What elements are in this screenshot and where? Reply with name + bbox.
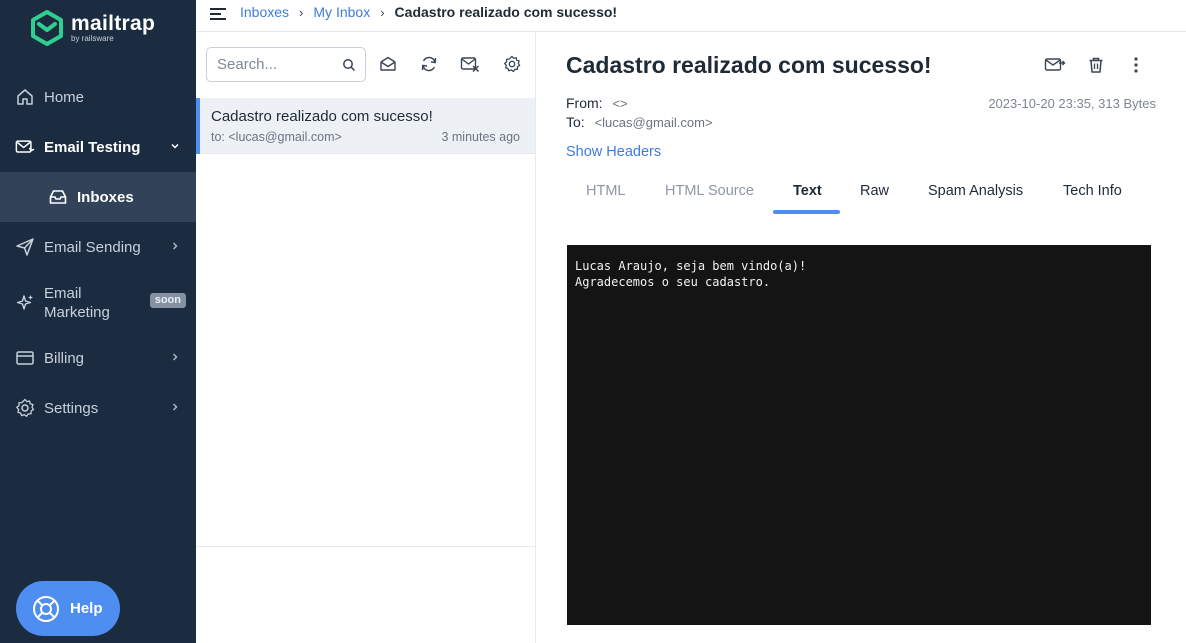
sidebar-item-label: Inboxes [77,188,134,206]
sidebar-item-email-sending[interactable]: Email Sending [0,237,196,257]
gear-icon [15,398,35,418]
message-time: 3 minutes ago [441,130,520,144]
card-icon [15,348,35,368]
selected-indicator [196,98,200,154]
search-icon[interactable] [342,58,356,72]
help-button[interactable]: Help [16,581,120,636]
forward-email-icon[interactable] [1044,54,1066,76]
help-label: Help [70,600,103,617]
breadcrumb-separator: › [380,4,385,20]
message-body: Lucas Araujo, seja bem vindo(a)! Agradec… [567,245,1151,625]
view-tabs: HTML HTML Source Text Raw Spam Analysis … [566,172,1166,215]
breadcrumb-current: Cadastro realizado com sucesso! [394,4,618,20]
menu-icon[interactable] [209,6,227,22]
message-body-text: Lucas Araujo, seja bem vindo(a)! Agradec… [575,259,807,289]
message-recipient: to: <lucas@gmail.com> [211,130,342,144]
sidebar-item-label: Email Sending [44,238,141,256]
soon-badge: soon [149,293,186,308]
brand-name: mailtrap [71,12,156,35]
sidebar-item-label: Email [44,285,82,302]
sidebar-item-label: Settings [44,399,99,417]
chevron-down-icon [170,140,180,154]
tab-text[interactable]: Text [793,183,822,199]
from-value: <> [612,96,628,111]
tab-html-source[interactable]: HTML Source [665,183,754,199]
sidebar-item-label-line2: Marketing [44,304,110,321]
chevron-right-icon [170,240,180,254]
search-box[interactable] [206,47,366,82]
to-row: To: <lucas@gmail.com> [566,114,713,130]
breadcrumb: Inboxes › My Inbox › Cadastro realizado … [240,4,617,20]
from-label: From: [566,95,603,111]
more-options-icon[interactable] [1125,54,1147,76]
sidebar-item-billing[interactable]: Billing [0,348,196,368]
to-label: To: [566,114,585,130]
sidebar-item-email-testing[interactable]: Email Testing [0,137,196,157]
sidebar-item-label: Home [44,88,85,106]
breadcrumb-separator: › [299,4,304,20]
message-meta: 2023-10-20 23:35, 313 Bytes [988,96,1156,111]
tab-tech-info[interactable]: Tech Info [1063,183,1122,199]
mark-read-icon[interactable] [378,54,398,74]
clear-inbox-icon[interactable] [460,54,480,74]
sparkle-icon [15,293,35,313]
message-title: Cadastro realizado com sucesso! [566,52,932,78]
sidebar-item-settings[interactable]: Settings [0,398,196,418]
list-divider [196,546,535,547]
top-bar: Inboxes › My Inbox › Cadastro realizado … [196,0,1186,32]
message-subject: Cadastro realizado com sucesso! [211,108,433,125]
brand-sub: by railsware [71,34,114,43]
lifebuoy-icon [31,594,61,624]
chevron-right-icon [170,351,180,365]
breadcrumb-my-inbox[interactable]: My Inbox [313,4,370,20]
show-headers-link[interactable]: Show Headers [566,144,661,160]
tab-html[interactable]: HTML [586,183,625,199]
message-list-item[interactable]: Cadastro realizado com sucesso! to: <luc… [196,98,535,154]
to-value: <lucas@gmail.com> [594,115,713,130]
tab-spam-analysis[interactable]: Spam Analysis [928,183,1023,199]
message-list-panel: Cadastro realizado com sucesso! to: <luc… [196,32,536,643]
sidebar-item-label: Email Testing [44,138,141,156]
sidebar-item-label: Billing [44,349,85,367]
mailtrap-logo-icon [31,10,63,46]
active-tab-indicator [773,210,840,214]
inbox-settings-icon[interactable] [502,54,522,74]
trash-icon[interactable] [1085,54,1107,76]
inbox-icon [48,187,68,207]
tab-raw[interactable]: Raw [860,183,889,199]
refresh-icon[interactable] [419,54,439,74]
search-input[interactable] [217,56,337,73]
sidebar: mailtrap by railsware Home Email Testing… [0,0,196,643]
mailtrap-logo[interactable]: mailtrap by railsware [30,10,155,46]
message-detail: Cadastro realizado com sucesso! From: <>… [537,32,1186,643]
send-icon [15,237,35,257]
breadcrumb-inboxes[interactable]: Inboxes [240,4,289,20]
sidebar-item-inboxes[interactable]: Inboxes [0,172,196,222]
chevron-right-icon [170,401,180,415]
home-icon [15,87,35,107]
from-row: From: <> [566,95,628,111]
sidebar-item-home[interactable]: Home [0,87,196,107]
email-testing-icon [15,137,35,157]
